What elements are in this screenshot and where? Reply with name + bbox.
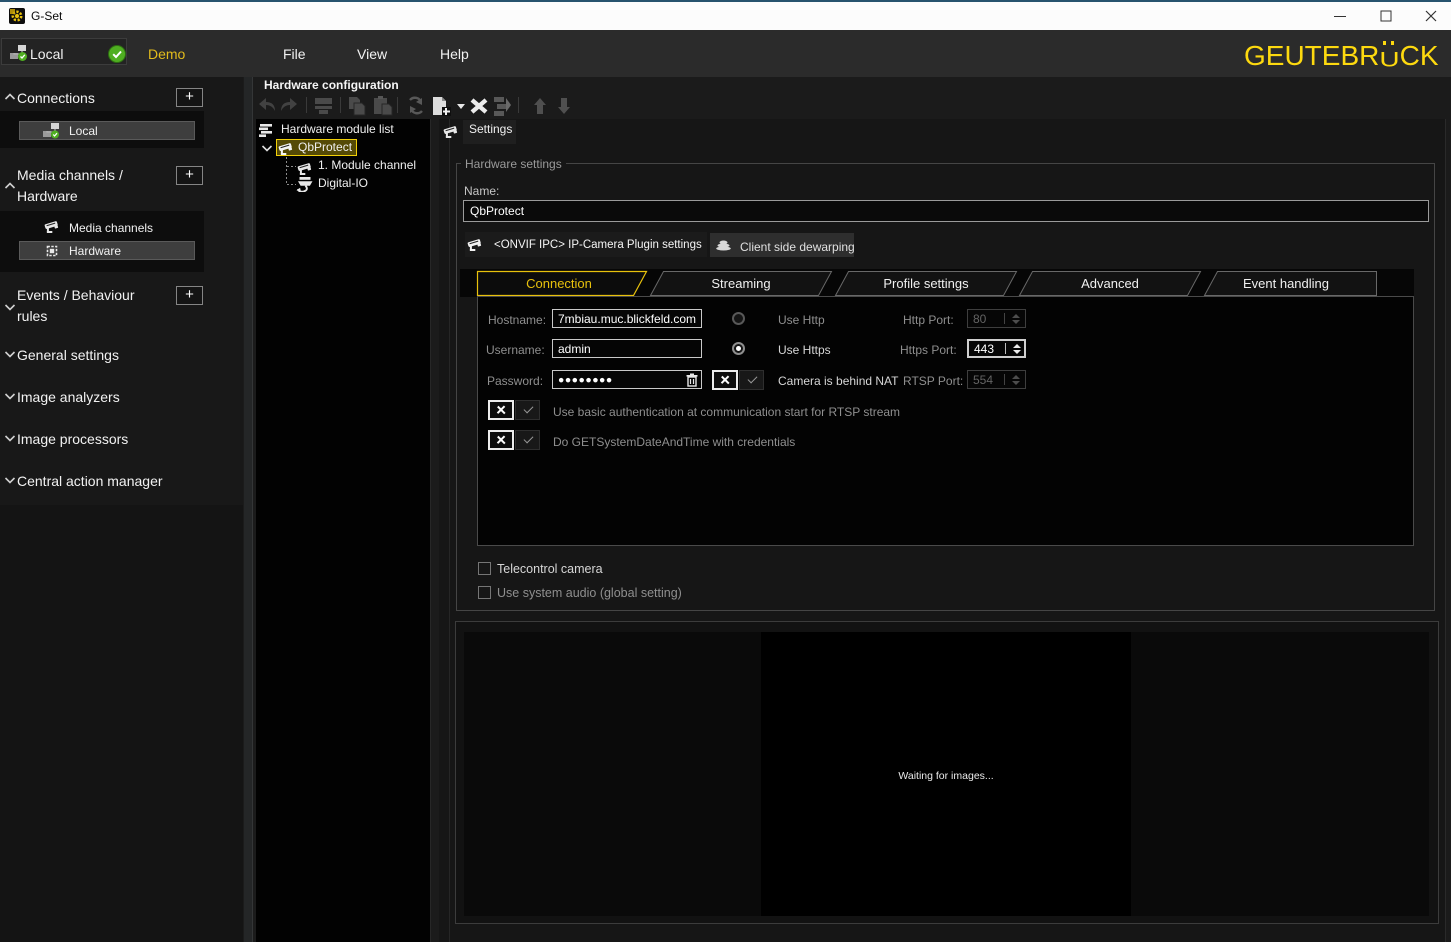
svg-text:Profile settings: Profile settings [883, 276, 969, 291]
svg-text:Event handling: Event handling [1243, 276, 1329, 291]
svg-text:Advanced: Advanced [1081, 276, 1139, 291]
svg-text:Streaming: Streaming [711, 276, 770, 291]
svg-text:Connection: Connection [526, 276, 592, 291]
